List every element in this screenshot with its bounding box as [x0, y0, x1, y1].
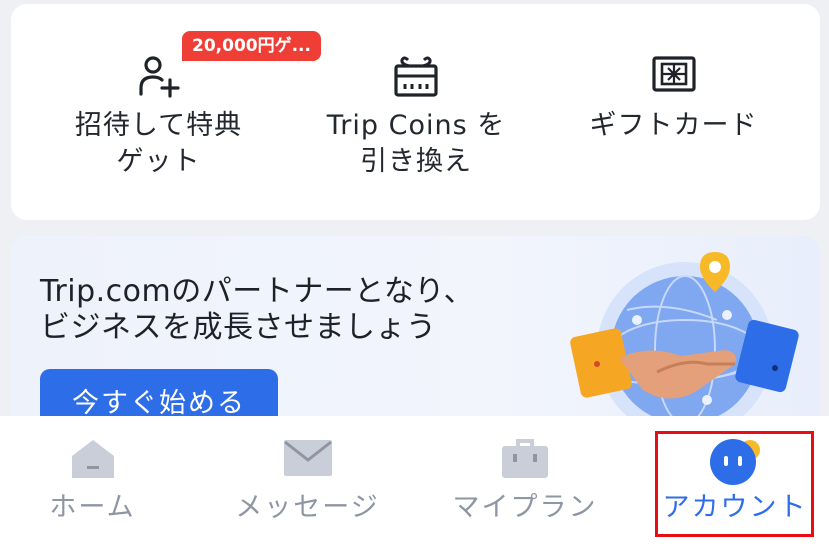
tab-my-plans-label: マイプラン	[452, 492, 598, 523]
handshake-globe-illustration	[557, 240, 819, 436]
invite-reward-badge: 20,000円ゲ...	[182, 31, 321, 61]
add-user-icon	[137, 54, 181, 102]
mail-icon	[283, 438, 333, 482]
partner-banner[interactable]: Trip.comのパートナーとなり、 ビジネスを成長させましょう 今すぐ始める	[11, 236, 820, 436]
trip-coins-label: Trip Coins を 引き換え	[326, 110, 506, 177]
tab-home-label: ホーム	[49, 492, 136, 523]
trip-coins-action[interactable]: Trip Coins を 引き換え	[311, 4, 521, 220]
tab-home[interactable]: ホーム	[0, 416, 185, 556]
gift-card-icon	[651, 54, 697, 98]
invite-label: 招待して特典 ゲット	[74, 110, 243, 177]
partner-banner-title: Trip.comのパートナーとなり、 ビジネスを成長させましょう	[40, 274, 475, 345]
gift-box-icon	[393, 54, 439, 102]
tab-my-plans[interactable]: マイプラン	[440, 416, 610, 556]
gift-card-action[interactable]: ギフトカード	[571, 4, 776, 220]
tab-messages-label: メッセージ	[235, 492, 380, 523]
gift-card-label: ギフトカード	[589, 110, 758, 141]
tab-messages[interactable]: メッセージ	[220, 416, 395, 556]
quick-actions-card: 招待して特典 ゲット 20,000円ゲ... Trip Coins を 引き換え	[11, 4, 820, 220]
account-tab-highlight	[655, 431, 814, 537]
briefcase-icon	[501, 438, 549, 484]
home-icon	[70, 438, 116, 484]
